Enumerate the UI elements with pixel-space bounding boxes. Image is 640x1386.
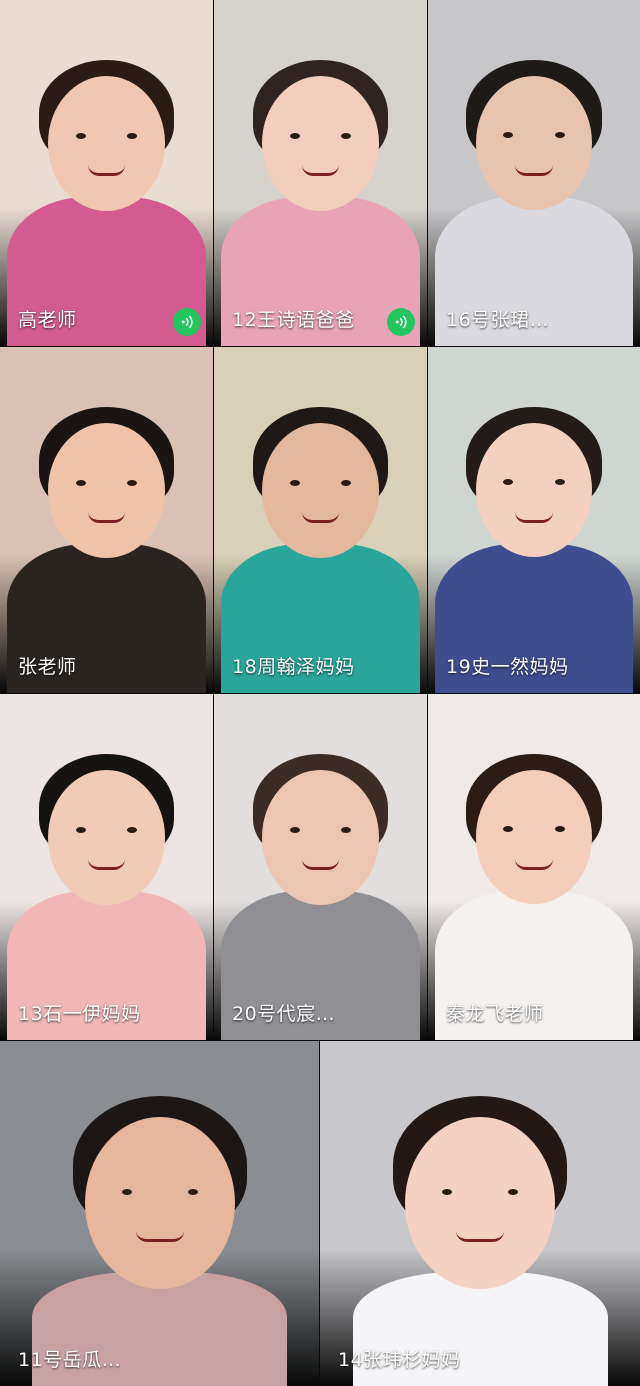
participant-face bbox=[47, 770, 166, 905]
participant-face bbox=[405, 1116, 555, 1290]
speaking-indicator-icon bbox=[387, 308, 415, 336]
participant-eye bbox=[75, 479, 86, 486]
participant-name: 16号张珺… bbox=[446, 309, 550, 331]
participant-eye bbox=[75, 132, 86, 139]
participant-eye bbox=[289, 132, 300, 139]
participant-face bbox=[475, 423, 593, 558]
participant-eye bbox=[127, 479, 138, 486]
participant-face bbox=[261, 423, 380, 558]
participant-mouth bbox=[301, 512, 340, 524]
participant-eye bbox=[341, 479, 352, 486]
participant-tile[interactable]: 16号张珺… bbox=[428, 0, 640, 346]
participant-name: 12王诗语爸爸 bbox=[232, 309, 355, 331]
participant-eye bbox=[127, 826, 138, 833]
participant-tile[interactable]: 19史一然妈妈 bbox=[428, 347, 640, 693]
participant-mouth bbox=[87, 165, 126, 177]
video-call-grid: 高老师 12王诗语爸爸 16号张珺… 张老师 18周翰泽妈妈 19史一然妈妈 13石一伊妈妈… bbox=[0, 0, 640, 1386]
participant-tile[interactable]: 18周翰泽妈妈 bbox=[214, 347, 427, 693]
participant-tile[interactable]: 高老师 bbox=[0, 0, 213, 346]
participant-eye bbox=[341, 826, 352, 833]
participant-eye bbox=[75, 826, 86, 833]
participant-mouth bbox=[515, 165, 553, 176]
participant-tile[interactable]: 14张玮杉妈妈 bbox=[320, 1041, 640, 1386]
participant-mouth bbox=[515, 512, 553, 523]
participant-name: 20号代宸… bbox=[232, 1003, 336, 1025]
participant-eye bbox=[341, 132, 352, 139]
participant-tile[interactable]: 11号岳瓜… bbox=[0, 1041, 319, 1386]
participant-eye bbox=[289, 826, 300, 833]
participant-face bbox=[475, 76, 593, 211]
participant-mouth bbox=[301, 165, 340, 177]
participant-face bbox=[47, 423, 166, 558]
participant-tile[interactable]: 13石一伊妈妈 bbox=[0, 694, 213, 1040]
participant-face bbox=[261, 770, 380, 905]
participant-mouth bbox=[87, 859, 126, 871]
speaking-indicator-icon bbox=[173, 308, 201, 336]
participant-tile[interactable]: 秦龙飞老师 bbox=[428, 694, 640, 1040]
participant-face bbox=[261, 76, 380, 211]
participant-face bbox=[84, 1116, 235, 1290]
participant-name: 秦龙飞老师 bbox=[446, 1003, 544, 1025]
participant-tile[interactable]: 12王诗语爸爸 bbox=[214, 0, 427, 346]
participant-mouth bbox=[515, 859, 553, 870]
participant-face bbox=[475, 770, 593, 905]
participant-mouth bbox=[135, 1231, 184, 1242]
participant-mouth bbox=[87, 512, 126, 524]
participant-name: 19史一然妈妈 bbox=[446, 656, 569, 678]
participant-name: 高老师 bbox=[18, 309, 77, 331]
participant-name: 张老师 bbox=[18, 656, 77, 678]
participant-name: 13石一伊妈妈 bbox=[18, 1003, 141, 1025]
participant-tile[interactable]: 20号代宸… bbox=[214, 694, 427, 1040]
participant-name: 14张玮杉妈妈 bbox=[338, 1349, 461, 1371]
participant-face bbox=[47, 76, 166, 211]
participant-tile[interactable]: 张老师 bbox=[0, 347, 213, 693]
participant-eye bbox=[127, 132, 138, 139]
participant-mouth bbox=[456, 1231, 504, 1242]
participant-name: 18周翰泽妈妈 bbox=[232, 656, 355, 678]
participant-mouth bbox=[301, 859, 340, 871]
participant-eye bbox=[289, 479, 300, 486]
participant-name: 11号岳瓜… bbox=[18, 1349, 122, 1371]
